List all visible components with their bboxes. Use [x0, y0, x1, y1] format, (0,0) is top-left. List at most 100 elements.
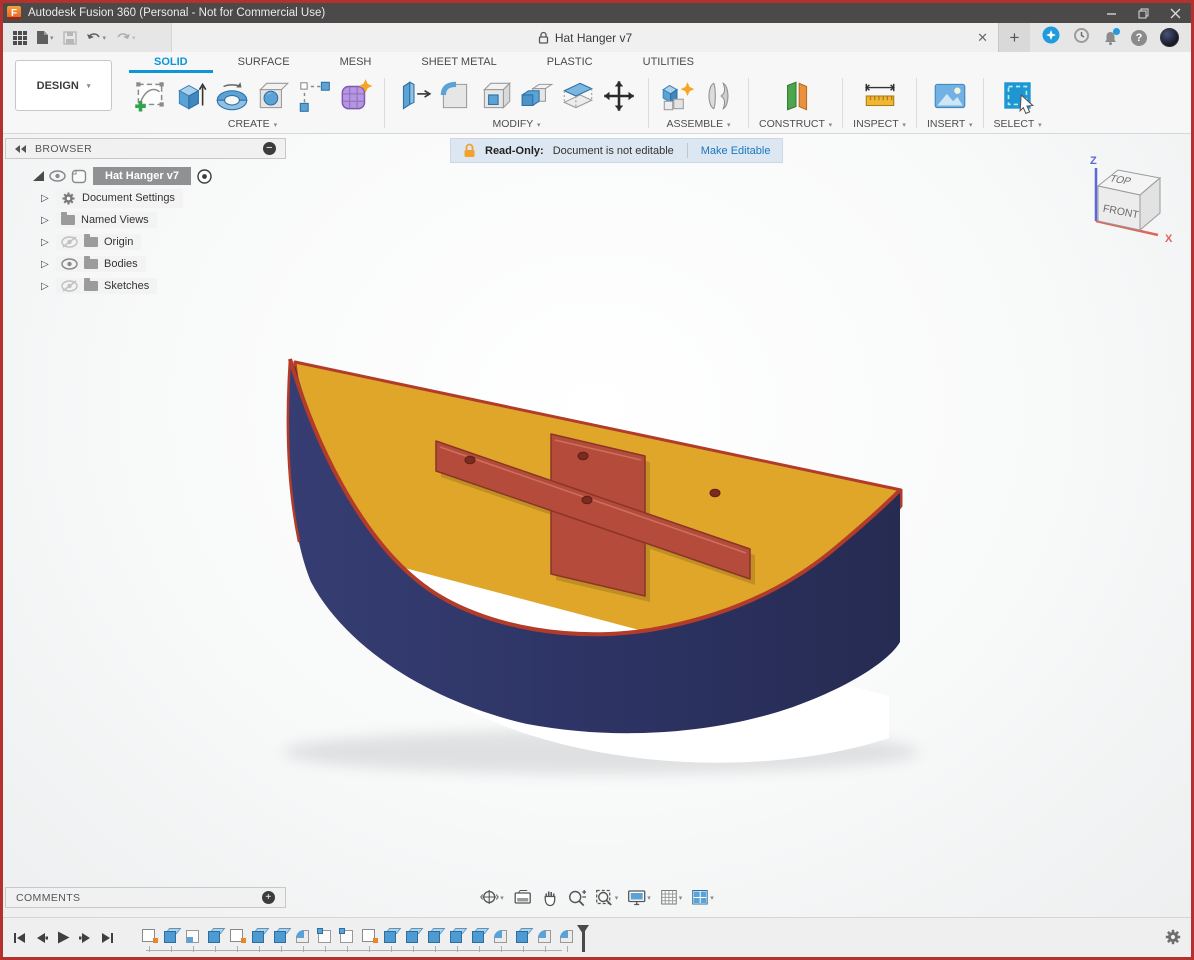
inspect-group-label[interactable]: INSPECT ▾	[853, 118, 906, 133]
view-cube[interactable]: TOP FRONT Z X	[1086, 150, 1181, 255]
hole-icon[interactable]	[254, 76, 292, 116]
insert-group-label[interactable]: INSERT ▾	[927, 118, 973, 133]
extensions-icon[interactable]	[1042, 26, 1060, 49]
revolve-icon[interactable]	[213, 76, 251, 116]
timeline-marker[interactable]	[577, 925, 589, 953]
app-grid-icon[interactable]	[13, 31, 27, 45]
browser-item-document-settings[interactable]: ▷Document Settings	[5, 187, 286, 209]
extrude-icon[interactable]	[172, 76, 210, 116]
ribbon-tab-utilities[interactable]: UTILITIES	[618, 53, 719, 73]
minimize-browser-icon[interactable]: −	[263, 142, 276, 155]
construct-group-label[interactable]: CONSTRUCT ▾	[759, 118, 832, 133]
combine-icon[interactable]	[518, 76, 556, 116]
move-copy-icon[interactable]	[600, 76, 638, 116]
ribbon-tab-sheet-metal[interactable]: SHEET METAL	[396, 53, 521, 73]
notifications-icon[interactable]	[1103, 30, 1118, 46]
eye-off-icon[interactable]	[61, 280, 78, 292]
display-settings-button[interactable]: ▾	[623, 886, 655, 909]
joint-icon[interactable]	[700, 76, 738, 116]
expander-icon[interactable]: ▷	[41, 259, 51, 270]
make-editable-link[interactable]: Make Editable	[701, 145, 771, 157]
timeline-feature-hole[interactable]	[186, 928, 202, 944]
ribbon-tab-solid[interactable]: SOLID	[129, 53, 213, 73]
timeline-feature-fillet[interactable]	[560, 928, 576, 944]
ribbon-tab-plastic[interactable]: PLASTIC	[522, 53, 618, 73]
file-menu-icon[interactable]: ▾	[36, 30, 54, 45]
minimize-button[interactable]	[1095, 3, 1127, 23]
save-icon[interactable]	[63, 31, 77, 45]
restore-button[interactable]	[1127, 3, 1159, 23]
timeline-feature-extrude[interactable]	[208, 928, 224, 944]
play-button[interactable]	[57, 931, 70, 944]
timeline-feature-extrude[interactable]	[428, 928, 444, 944]
shell-icon[interactable]	[477, 76, 515, 116]
timeline-feature-fillet[interactable]	[538, 928, 554, 944]
select-icon[interactable]	[999, 76, 1037, 116]
fillet-icon[interactable]	[436, 76, 474, 116]
expander-icon[interactable]: ▷	[41, 281, 51, 292]
select-group-label[interactable]: SELECT ▾	[994, 118, 1042, 133]
expander-icon[interactable]: ▷	[41, 237, 51, 248]
close-tab-icon[interactable]: ✕	[977, 31, 988, 44]
timeline-feature-sketch[interactable]	[142, 928, 158, 944]
rectangular-pattern-icon[interactable]	[295, 76, 333, 116]
ribbon-tab-surface[interactable]: SURFACE	[213, 53, 315, 73]
timeline-feature-offset[interactable]	[318, 928, 334, 944]
zoom-button[interactable]	[563, 886, 590, 910]
timeline-feature-fillet[interactable]	[296, 928, 312, 944]
eye-icon[interactable]	[61, 258, 78, 270]
eye-off-icon[interactable]	[61, 236, 78, 248]
expander-icon[interactable]: ▷	[41, 193, 51, 204]
look-at-button[interactable]	[509, 886, 536, 909]
go-to-start-button[interactable]	[13, 932, 26, 944]
timeline-feature-extrude[interactable]	[472, 928, 488, 944]
orbit-button[interactable]: ▾	[476, 885, 508, 910]
help-icon[interactable]: ?	[1131, 30, 1147, 46]
job-status-icon[interactable]	[1073, 27, 1090, 49]
canvas-icon[interactable]	[931, 76, 969, 116]
pan-button[interactable]	[537, 886, 562, 910]
timeline-feature-offset[interactable]	[340, 928, 356, 944]
new-tab-button[interactable]: +	[999, 23, 1030, 52]
construction-plane-icon[interactable]	[777, 76, 815, 116]
eye-icon[interactable]	[49, 170, 66, 182]
expander-icon[interactable]: ▷	[41, 215, 51, 226]
timeline-feature-fillet[interactable]	[494, 928, 510, 944]
press-pull-icon[interactable]	[395, 76, 433, 116]
comments-panel[interactable]: COMMENTS +	[5, 887, 286, 908]
document-tab[interactable]: Hat Hanger v7 ✕	[171, 23, 999, 52]
timeline-settings-gear-icon[interactable]	[1164, 928, 1182, 951]
account-avatar[interactable]	[1160, 28, 1179, 47]
browser-header[interactable]: BROWSER −	[5, 138, 286, 159]
timeline-feature-sketch[interactable]	[230, 928, 246, 944]
root-component-label[interactable]: Hat Hanger v7	[93, 167, 191, 185]
activate-component-icon[interactable]	[196, 168, 213, 185]
create-group-label[interactable]: CREATE ▾	[131, 118, 374, 133]
timeline-feature-sketch[interactable]	[362, 928, 378, 944]
browser-root-row[interactable]: Hat Hanger v7	[5, 165, 286, 187]
timeline-feature-extrude[interactable]	[516, 928, 532, 944]
browser-item-origin[interactable]: ▷Origin	[5, 231, 286, 253]
offset-face-icon[interactable]	[559, 76, 597, 116]
step-forward-button[interactable]	[79, 932, 92, 944]
undo-icon[interactable]: ▾	[86, 31, 107, 44]
workspace-selector[interactable]: DESIGN▾	[15, 60, 112, 111]
measure-icon[interactable]	[861, 76, 899, 116]
timeline-feature-extrude[interactable]	[406, 928, 422, 944]
collapse-panel-icon[interactable]	[15, 145, 27, 153]
create-sketch-icon[interactable]	[131, 76, 169, 116]
close-window-button[interactable]	[1159, 3, 1191, 23]
redo-icon[interactable]: ▾	[115, 31, 136, 44]
timeline-feature-extrude[interactable]	[384, 928, 400, 944]
new-component-icon[interactable]	[659, 76, 697, 116]
timeline-feature-extrude[interactable]	[164, 928, 180, 944]
viewport[interactable]: BROWSER − Hat Hanger v7 ▷Document Settin…	[3, 134, 1191, 917]
step-back-button[interactable]	[35, 932, 48, 944]
viewports-button[interactable]: ▾	[687, 886, 718, 909]
browser-item-sketches[interactable]: ▷Sketches	[5, 275, 286, 297]
go-to-end-button[interactable]	[101, 932, 114, 944]
browser-item-named-views[interactable]: ▷Named Views	[5, 209, 286, 231]
timeline-feature-extrude[interactable]	[274, 928, 290, 944]
fit-button[interactable]: ▾	[591, 886, 623, 910]
add-comment-icon[interactable]: +	[262, 891, 275, 904]
